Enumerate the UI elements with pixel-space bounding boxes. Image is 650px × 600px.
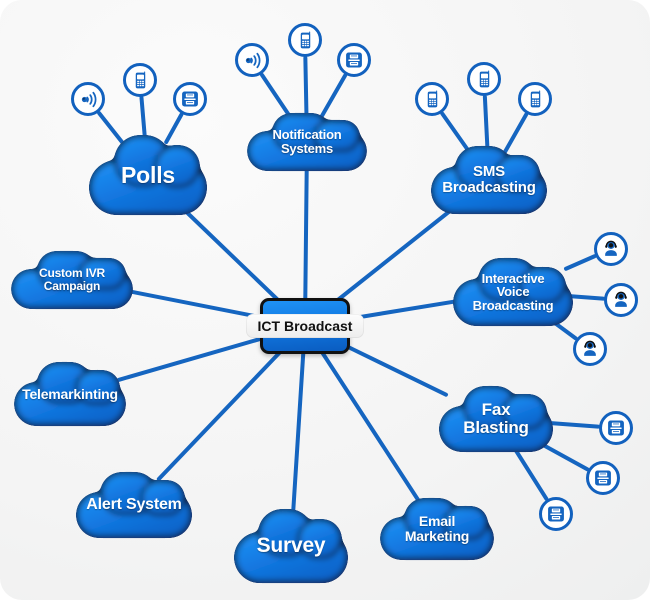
cloud-node-fax[interactable]: Fax Blasting <box>442 389 550 449</box>
spoke-line-telemarket <box>117 334 269 382</box>
mobile-icon[interactable] <box>288 23 322 57</box>
leaf-line-ivr-agent-2 <box>564 293 606 301</box>
cloud-node-polls[interactable]: Polls <box>92 138 204 212</box>
cloud-node-survey[interactable]: Survey <box>237 512 345 580</box>
cloud-node-label: SMS Broadcasting <box>442 163 536 196</box>
diagram-canvas: Polls Notification Systems SMS Broadcastin… <box>0 0 650 600</box>
mobile-icon[interactable] <box>415 82 449 116</box>
cloud-node-label: Notification Systems <box>272 127 342 156</box>
wifi-icon[interactable] <box>235 43 269 77</box>
cloud-node-label: Alert System <box>86 495 182 513</box>
leaf-line-notif-fax <box>317 73 348 122</box>
cloud-node-alert[interactable]: Alert System <box>79 475 189 535</box>
leaf-line-polls-phone <box>139 95 148 144</box>
agent-icon[interactable] <box>573 332 607 366</box>
fax-icon[interactable] <box>337 43 371 77</box>
spoke-line-fax <box>341 342 448 397</box>
cloud-node-sms[interactable]: SMS Broadcasting <box>434 149 544 211</box>
agent-icon[interactable] <box>594 232 628 266</box>
mobile-icon[interactable] <box>123 63 157 97</box>
cloud-node-label: Fax Blasting <box>463 400 529 437</box>
spoke-line-email <box>316 345 424 507</box>
spoke-line-alert <box>156 345 287 481</box>
cloud-node-label: Telemarkinting <box>22 385 118 402</box>
wifi-icon[interactable] <box>71 82 105 116</box>
leaf-line-fax-dev-1 <box>544 420 601 429</box>
cloud-node-label: Interactive Voice Broadcasting <box>472 270 554 313</box>
cloud-node-interactive[interactable]: Interactive Voice Broadcasting <box>456 261 570 323</box>
center-node[interactable]: ICT Broadcast <box>245 298 365 354</box>
cloud-node-ivr_custom[interactable]: Custom IVR Campaign <box>14 254 130 306</box>
spoke-line-sms <box>329 205 457 307</box>
leaf-line-notif-wifi <box>260 72 295 122</box>
leaf-line-ivr-agent-1 <box>564 254 597 271</box>
spoke-line-survey <box>290 345 306 518</box>
cloud-node-telemarket[interactable]: Telemarkinting <box>17 365 123 423</box>
cloud-node-label: Custom IVR Campaign <box>38 266 105 293</box>
fax-icon[interactable] <box>539 497 573 531</box>
spoke-line-notification <box>303 162 309 307</box>
mobile-icon[interactable] <box>518 82 552 116</box>
spoke-line-polls <box>180 206 286 307</box>
spoke-line-ivr_custom <box>124 288 269 321</box>
leaf-line-sms-phone-3 <box>502 112 529 155</box>
cloud-node-label: Survey <box>256 533 326 557</box>
fax-icon[interactable] <box>599 411 633 445</box>
cloud-node-label: Polls <box>121 161 175 188</box>
center-node-label: ICT Broadcast <box>245 314 365 338</box>
cloud-node-email[interactable]: Email Marketing <box>383 501 491 557</box>
leaf-line-sms-phone-1 <box>440 111 472 155</box>
leaf-line-notif-phone <box>303 55 309 122</box>
cloud-node-label: Email Marketing <box>404 513 470 544</box>
cloud-node-notification[interactable]: Notification Systems <box>250 116 364 168</box>
mobile-icon[interactable] <box>467 62 501 96</box>
leaf-line-fax-dev-3 <box>510 443 549 501</box>
fax-icon[interactable] <box>173 82 207 116</box>
fax-icon[interactable] <box>586 461 620 495</box>
agent-icon[interactable] <box>604 283 638 317</box>
leaf-line-sms-phone-2 <box>482 94 490 155</box>
